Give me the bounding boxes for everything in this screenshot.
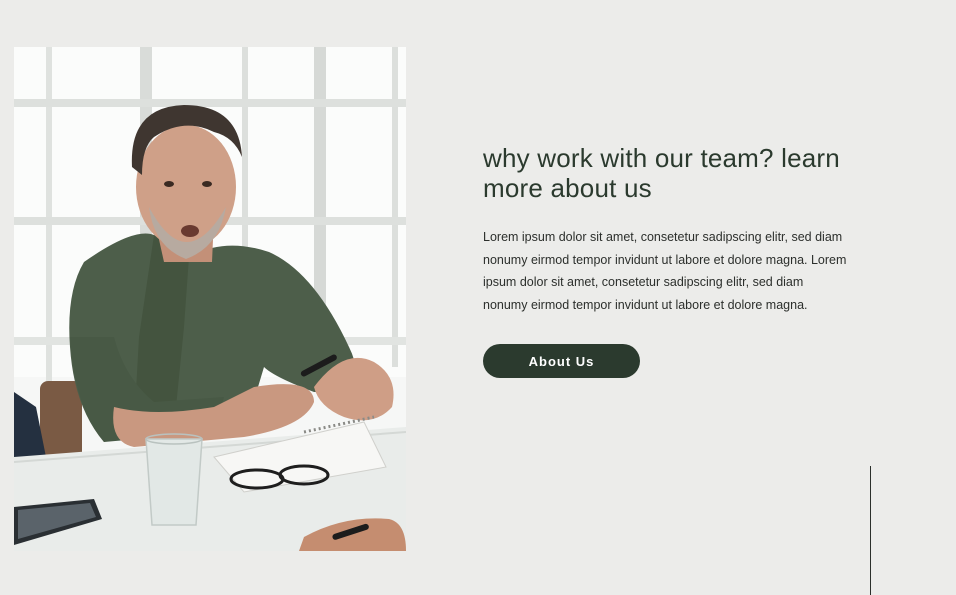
section-body-text: Lorem ipsum dolor sit amet, consetetur s… bbox=[483, 230, 847, 312]
team-meeting-photo bbox=[14, 47, 406, 551]
about-section: why work with our team? learn more about… bbox=[483, 143, 883, 378]
section-heading: why work with our team? learn more about… bbox=[483, 143, 840, 203]
about-us-button[interactable]: About Us bbox=[483, 344, 640, 378]
vertical-divider-line bbox=[870, 466, 871, 595]
